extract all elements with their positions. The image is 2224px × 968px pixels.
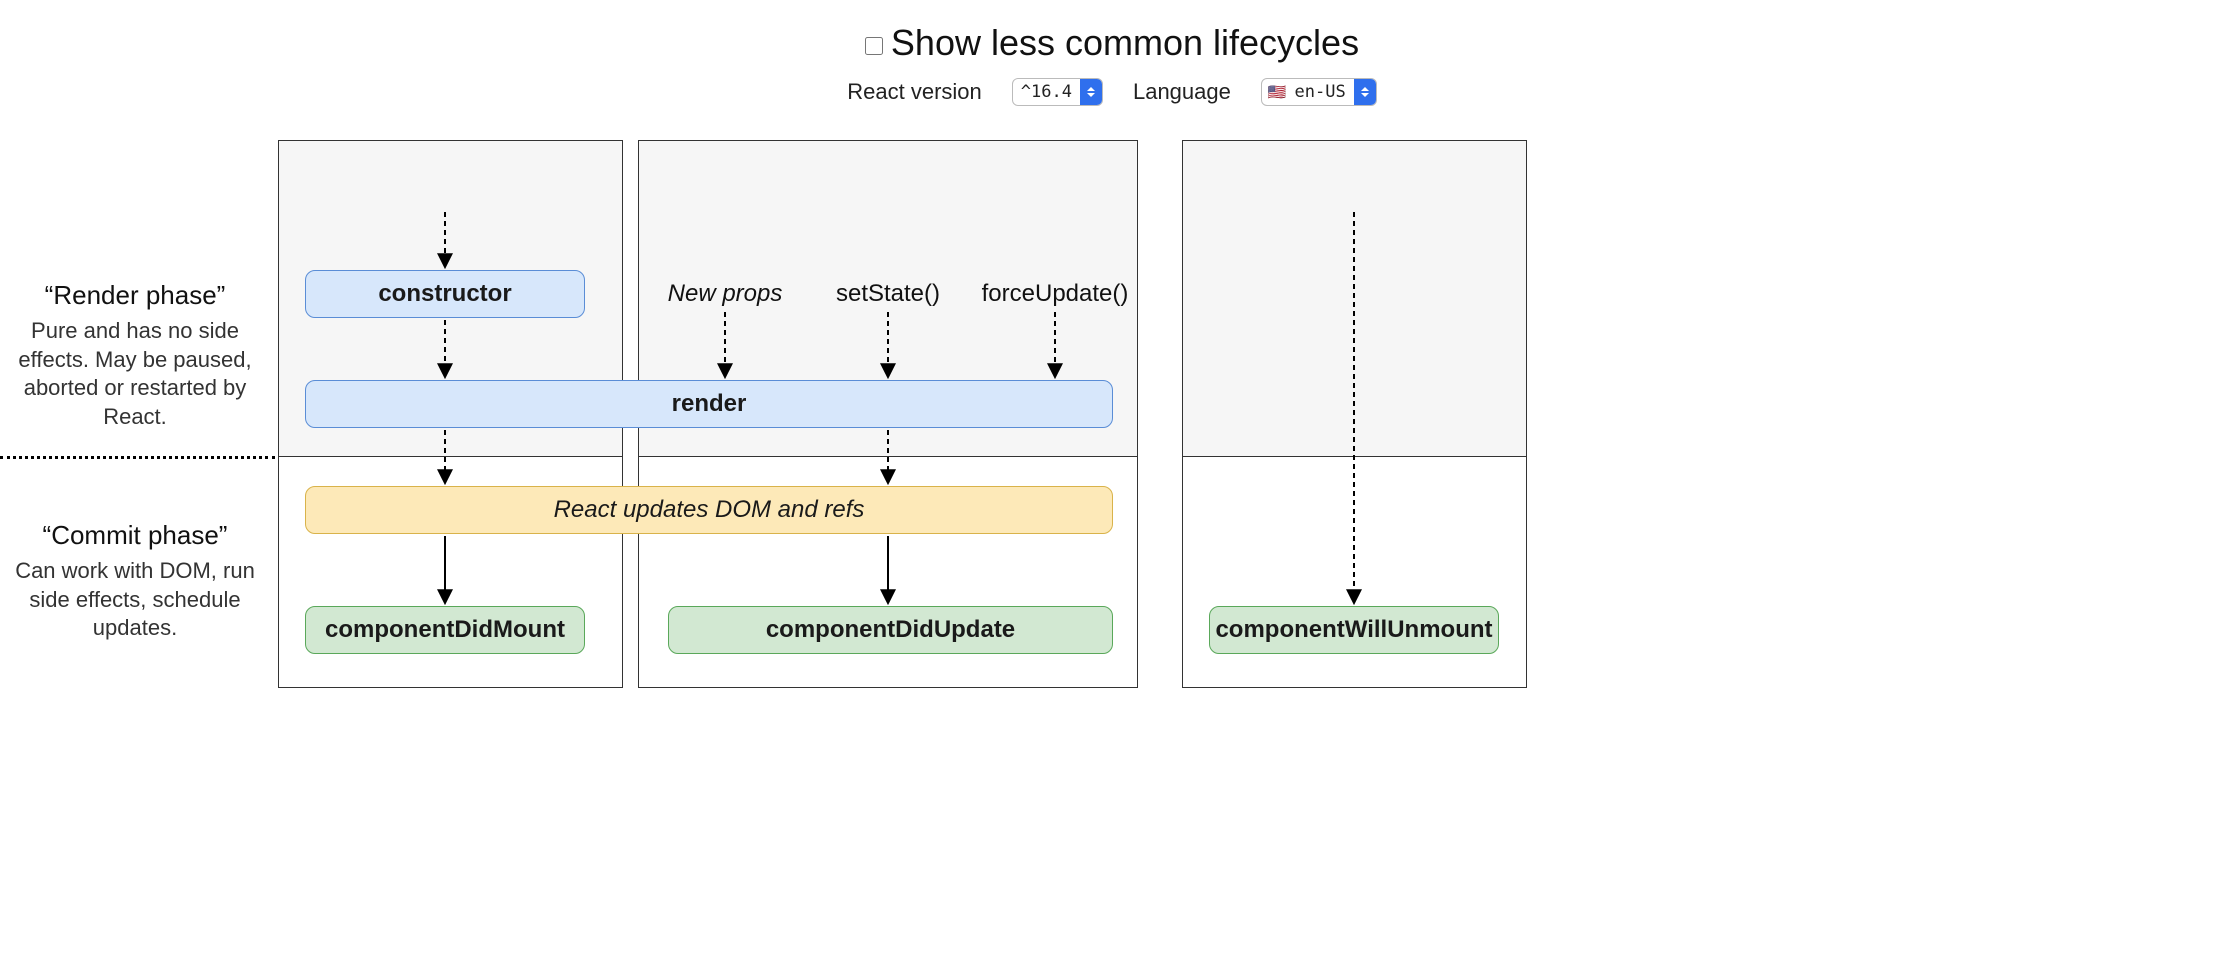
language-value: en-US — [1287, 82, 1354, 102]
show-less-common-label: Show less common lifecycles — [891, 22, 1359, 64]
trigger-set-state: setState() — [828, 280, 948, 308]
method-component-did-mount[interactable]: componentDidMount — [305, 606, 585, 654]
selects-row: React version ^16.4 Language 🇺🇸 en-US — [0, 78, 2224, 106]
trigger-new-props: New props — [660, 280, 790, 308]
top-controls: Show less common lifecycles React versio… — [0, 0, 2224, 106]
updown-icon — [1354, 79, 1376, 105]
method-component-did-update[interactable]: componentDidUpdate — [668, 606, 1113, 654]
diagram-stage: “Render phase” Pure and has no side effe… — [0, 140, 2224, 940]
react-version-select[interactable]: ^16.4 — [1012, 78, 1103, 106]
updown-icon — [1080, 79, 1102, 105]
react-updates-dom: React updates DOM and refs — [305, 486, 1113, 534]
react-version-value: ^16.4 — [1013, 82, 1080, 102]
method-constructor[interactable]: constructor — [305, 270, 585, 318]
flag-icon: 🇺🇸 — [1262, 83, 1287, 101]
react-version-label: React version — [847, 79, 982, 105]
trigger-force-update: forceUpdate() — [980, 280, 1130, 308]
method-component-will-unmount[interactable]: componentWillUnmount — [1209, 606, 1499, 654]
method-render[interactable]: render — [305, 380, 1113, 428]
show-less-common-checkbox[interactable] — [865, 37, 883, 55]
language-select[interactable]: 🇺🇸 en-US — [1261, 78, 1377, 106]
show-less-common-toggle[interactable]: Show less common lifecycles — [865, 22, 1359, 64]
language-label: Language — [1133, 79, 1231, 105]
